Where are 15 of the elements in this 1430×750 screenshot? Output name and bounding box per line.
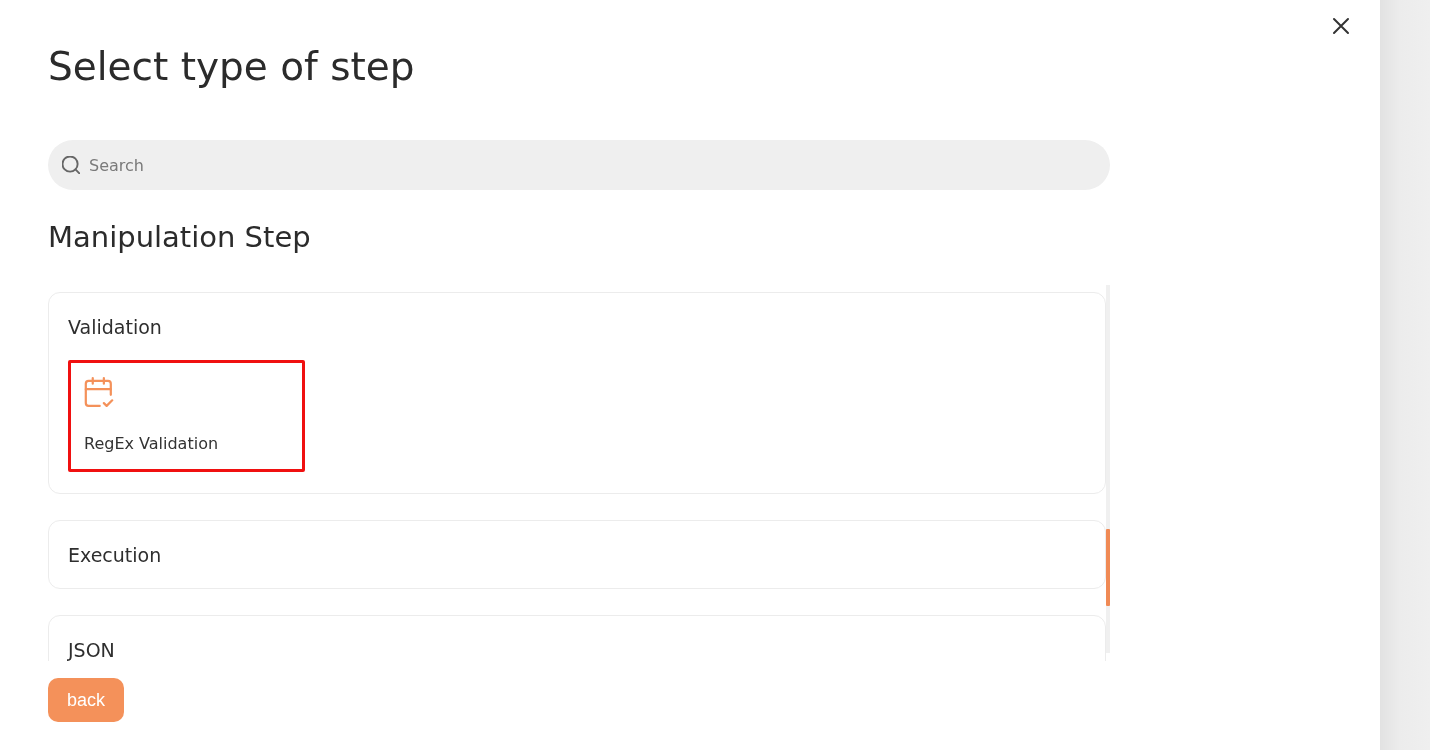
search-icon <box>62 156 80 174</box>
dialog-title: Select type of step <box>48 44 415 90</box>
section-heading: Manipulation Step <box>48 220 311 254</box>
group-title: JSON <box>68 638 115 661</box>
search-field[interactable]: Search <box>48 140 1110 190</box>
calendar-check-icon <box>84 377 114 407</box>
step-group-card[interactable]: Execution <box>48 520 1106 589</box>
step-tile[interactable]: RegEx Validation <box>68 360 305 472</box>
group-title: Validation <box>68 315 162 339</box>
close-icon <box>1332 17 1350 35</box>
group-title: Execution <box>68 543 162 567</box>
scrollbar-thumb[interactable] <box>1106 529 1110 606</box>
close-button[interactable] <box>1332 17 1350 35</box>
step-group-card[interactable]: Validation RegEx Validation <box>48 292 1106 494</box>
step-label: RegEx Validation <box>84 434 219 454</box>
